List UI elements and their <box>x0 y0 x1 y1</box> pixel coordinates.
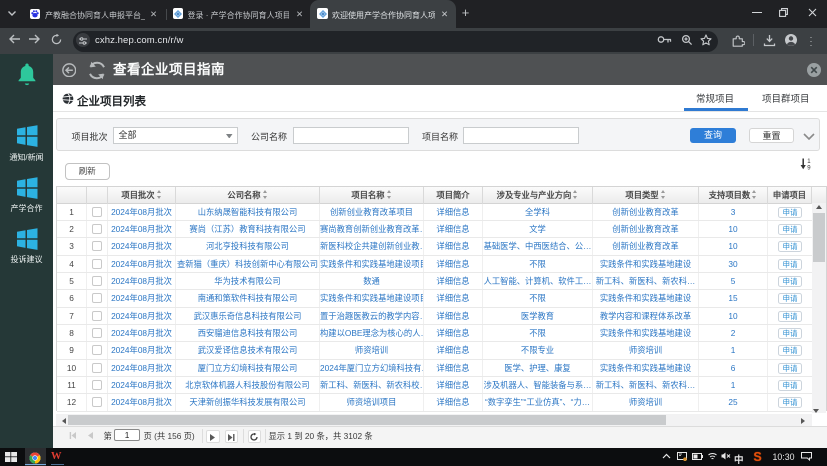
svg-text:9: 9 <box>807 166 811 171</box>
svg-text:1: 1 <box>807 159 811 165</box>
